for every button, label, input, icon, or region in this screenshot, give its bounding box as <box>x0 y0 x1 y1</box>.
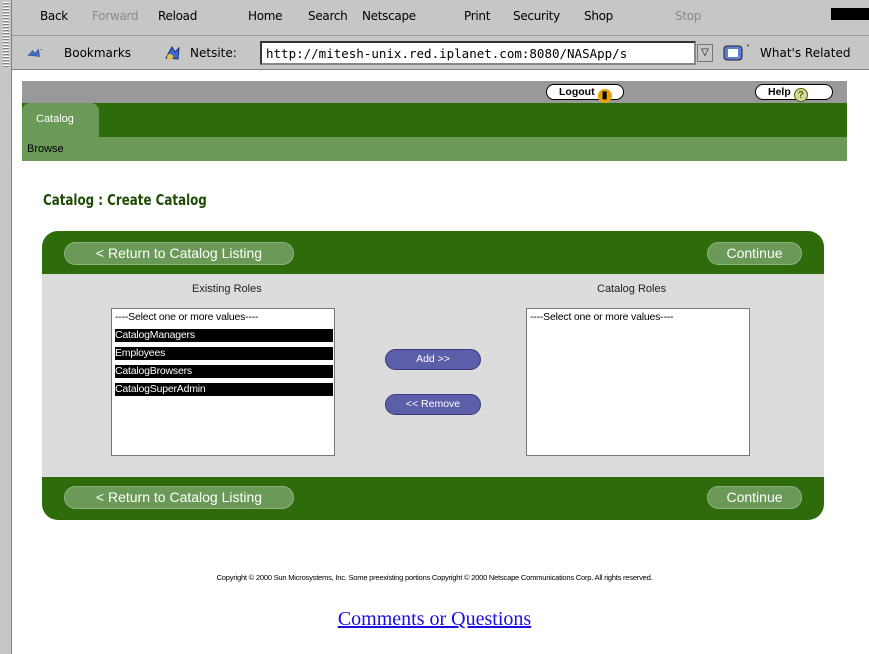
svg-text:˅: ˅ <box>40 47 42 54</box>
continue-button-bottom[interactable]: Continue <box>707 486 802 509</box>
forward-button[interactable]: Forward <box>92 9 138 23</box>
catalog-roles-label: Catalog Roles <box>597 283 667 295</box>
toolbar-grip[interactable] <box>0 0 12 654</box>
search-button[interactable]: Search <box>308 9 348 23</box>
grip-lines <box>3 2 9 68</box>
help-button[interactable]: Help? <box>755 84 833 102</box>
help-label: Help <box>768 86 791 98</box>
list-option[interactable]: CatalogBrowsers <box>115 365 333 378</box>
subnav-browse-link[interactable]: Browse <box>27 143 64 155</box>
home-button[interactable]: Home <box>248 9 283 23</box>
list-option[interactable]: CatalogSuperAdmin <box>115 383 333 396</box>
existing-roles-listbox[interactable]: ----Select one or more values---- Catalog… <box>111 308 335 456</box>
netsite-label: Netsite: <box>190 46 237 60</box>
list-option[interactable]: ----Select one or more values---- <box>115 311 332 324</box>
return-to-catalog-listing-button-bottom[interactable]: < Return to Catalog Listing <box>64 486 294 509</box>
netscape-throbber-icon <box>831 8 869 20</box>
tab-catalog[interactable]: Catalog <box>22 103 99 137</box>
remove-role-button[interactable]: << Remove <box>385 394 481 415</box>
whats-related-icon[interactable]: ˅ <box>722 43 756 63</box>
return-to-catalog-listing-button[interactable]: < Return to Catalog Listing <box>64 242 294 265</box>
url-dropdown-icon[interactable]: ▽ <box>697 44 713 62</box>
whats-related-button[interactable]: What's Related <box>760 46 850 60</box>
reload-button[interactable]: Reload <box>158 9 197 23</box>
back-button[interactable]: Back <box>40 9 68 23</box>
list-option[interactable]: Employees <box>115 347 333 360</box>
app-top-bar: Logout ▮ Help? <box>22 81 847 103</box>
navigation-toolbar: Back Forward Reload Home Search Netscape… <box>12 0 869 36</box>
catalog-roles-listbox[interactable]: ----Select one or more values---- <box>526 308 750 456</box>
location-toolbar: ˅ Bookmarks Netsite: http://mitesh-unix.… <box>12 36 869 70</box>
help-question-icon: ? <box>793 88 808 102</box>
bookmarks-button[interactable]: Bookmarks <box>64 46 131 60</box>
tab-bar: Catalog <box>22 103 847 137</box>
continue-button[interactable]: Continue <box>707 242 802 265</box>
url-input[interactable]: http://mitesh-unix.red.iplanet.com:8080/… <box>260 41 696 65</box>
netsite-icon[interactable] <box>162 44 184 62</box>
shop-button[interactable]: Shop <box>584 9 613 23</box>
svg-text:˅: ˅ <box>746 44 750 53</box>
logout-icon: ▮ <box>597 89 612 103</box>
print-button[interactable]: Print <box>464 9 490 23</box>
list-option[interactable]: ----Select one or more values---- <box>530 311 747 324</box>
logout-button[interactable]: Logout ▮ <box>546 84 624 103</box>
page-title: Catalog : Create Catalog <box>43 191 207 209</box>
comments-or-questions-link[interactable]: Comments or Questions <box>338 608 531 630</box>
add-role-button[interactable]: Add >> <box>385 349 481 370</box>
stop-button[interactable]: Stop <box>675 9 701 23</box>
role-selection-area: Existing Roles Catalog Roles ----Select … <box>42 274 824 477</box>
netscape-button[interactable]: Netscape <box>362 9 416 23</box>
subnav-bar: Browse <box>22 137 847 161</box>
list-option[interactable]: CatalogManagers <box>115 329 333 342</box>
bookmark-icon[interactable]: ˅ <box>27 45 43 61</box>
comments-container: Comments or Questions <box>0 608 869 631</box>
security-button[interactable]: Security <box>513 9 560 23</box>
create-catalog-panel: < Return to Catalog Listing Continue Exi… <box>42 231 824 520</box>
logout-label: Logout <box>559 86 595 98</box>
existing-roles-label: Existing Roles <box>192 283 262 295</box>
copyright-notice: Copyright © 2000 Sun Microsystems, Inc. … <box>216 573 653 582</box>
